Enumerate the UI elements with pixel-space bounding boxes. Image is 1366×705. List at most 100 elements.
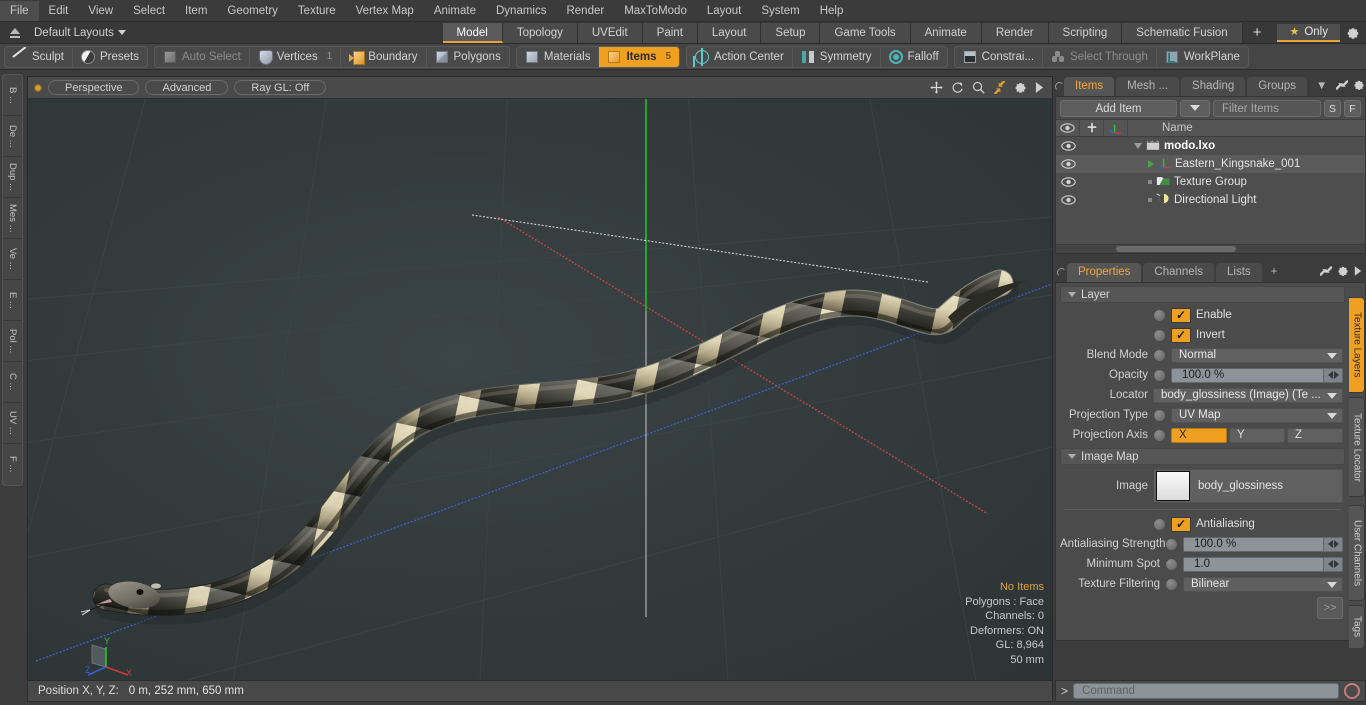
fit-icon[interactable] (993, 81, 1006, 94)
chevron-down-icon[interactable] (1134, 143, 1142, 149)
left-tab-vertex[interactable]: Ve ... (3, 239, 22, 280)
opacity-input[interactable]: 100.0 % (1171, 367, 1343, 383)
left-tab-basic[interactable]: B ... (3, 75, 22, 116)
presets-button[interactable]: Presets (73, 47, 147, 67)
panel-menu-icon[interactable] (1055, 262, 1067, 282)
side-tab-tags[interactable]: Tags (1349, 605, 1365, 649)
item-row-texture-group[interactable]: Texture Group (1128, 175, 1365, 190)
gear-icon[interactable] (1014, 81, 1027, 94)
texture-filtering-knob[interactable] (1165, 577, 1178, 591)
visibility-toggle-icon[interactable] (1056, 177, 1080, 187)
projection-type-knob[interactable] (1153, 408, 1166, 422)
symmetry-button[interactable]: Symmetry (793, 46, 881, 67)
add-properties-tab-button[interactable]: + (1264, 263, 1285, 282)
locator-select[interactable]: body_glossiness (Image) (Te ... (1153, 387, 1343, 403)
move-icon[interactable] (930, 81, 943, 94)
antialiasing-strength-input[interactable]: 100.0 % (1183, 536, 1343, 552)
menu-item-view[interactable]: View (78, 1, 123, 21)
play-icon[interactable] (1035, 82, 1044, 93)
select-through-button[interactable]: Select Through (1043, 46, 1157, 67)
texture-filtering-select[interactable]: Bilinear (1183, 576, 1343, 592)
table-row[interactable]: Eastern_Kingsnake_001 (1056, 155, 1365, 173)
invert-knob[interactable] (1153, 328, 1166, 342)
materials-button[interactable]: Materials (517, 46, 600, 67)
side-tab-user-channels[interactable]: User Channels (1349, 505, 1365, 601)
menu-item-file[interactable]: File (0, 0, 39, 21)
projection-axis-y[interactable]: Y (1229, 427, 1285, 443)
menu-item-layout[interactable]: Layout (697, 1, 752, 21)
constraint-button[interactable]: Constrai... (955, 46, 1044, 67)
projection-axis-z[interactable]: Z (1287, 427, 1343, 443)
projection-axis-knob[interactable] (1153, 428, 1166, 442)
tab-overflow-chevron-down-icon[interactable]: ▼ (1309, 77, 1334, 96)
menu-item-system[interactable]: System (751, 1, 809, 21)
menu-item-select[interactable]: Select (123, 1, 175, 21)
menu-item-help[interactable]: Help (810, 1, 854, 21)
record-icon[interactable] (1344, 683, 1360, 699)
gear-icon[interactable] (1353, 79, 1365, 94)
enable-checkbox[interactable]: ✓ (1171, 307, 1191, 323)
items-horizontal-scrollbar[interactable] (1056, 244, 1365, 253)
filter-s-button[interactable]: S (1324, 99, 1341, 117)
invert-checkbox[interactable]: ✓ (1171, 327, 1191, 343)
opacity-stepper[interactable] (1323, 368, 1342, 382)
tab-lists[interactable]: Lists (1216, 262, 1262, 282)
antialiasing-strength-stepper[interactable] (1323, 537, 1342, 551)
menu-item-item[interactable]: Item (175, 1, 217, 21)
only-toggle-button[interactable]: ★ Only (1277, 23, 1340, 42)
command-input[interactable]: Command (1073, 683, 1339, 699)
minimum-spot-stepper[interactable] (1323, 557, 1342, 571)
viewport-3d[interactable]: Perspective Advanced Ray GL: Off Y X Z N… (27, 76, 1053, 681)
item-row-mesh[interactable]: Eastern_Kingsnake_001 (1128, 157, 1365, 172)
opacity-knob[interactable] (1153, 368, 1166, 382)
items-tree[interactable]: modo.lxo Eastern_Kingsnake_001 Texture G… (1056, 137, 1365, 253)
action-center-button[interactable]: Action Center (687, 46, 793, 67)
add-item-dropdown-button[interactable] (1180, 99, 1210, 117)
auto-select-button[interactable]: Auto Select (155, 46, 250, 67)
tab-setup[interactable]: Setup (761, 22, 821, 43)
left-tab-edge[interactable]: E ... (3, 280, 22, 321)
panel-menu-icon[interactable] (1055, 76, 1064, 96)
expand-properties-button[interactable]: >> (1317, 597, 1343, 619)
left-tab-deform[interactable]: De ... (3, 116, 22, 157)
projection-type-select[interactable]: UV Map (1171, 407, 1343, 423)
left-tab-uv[interactable]: UV ... (3, 403, 22, 444)
side-tab-texture-layers[interactable]: Texture Layers (1349, 297, 1365, 393)
play-icon[interactable] (1354, 265, 1362, 279)
tab-items[interactable]: Items (1064, 76, 1115, 96)
menu-item-geometry[interactable]: Geometry (217, 1, 288, 21)
visibility-toggle-icon[interactable] (1056, 195, 1080, 205)
collapse-up-icon[interactable] (4, 24, 26, 42)
left-tab-duplicate[interactable]: Dup ... (3, 157, 22, 198)
items-button[interactable]: Items 5 (599, 46, 680, 67)
viewport-shading-button[interactable]: Advanced (145, 80, 229, 95)
menu-item-texture[interactable]: Texture (288, 1, 346, 21)
section-layer[interactable]: Layer (1060, 286, 1345, 303)
expand-panel-icon[interactable] (1335, 79, 1350, 94)
item-row-scene[interactable]: modo.lxo (1128, 139, 1365, 154)
menu-item-render[interactable]: Render (556, 1, 614, 21)
tab-animate[interactable]: Animate (910, 22, 982, 43)
table-row[interactable]: Texture Group (1056, 173, 1365, 191)
filter-items-input[interactable]: Filter Items (1213, 99, 1321, 117)
visibility-toggle-icon[interactable] (1056, 159, 1080, 169)
gear-icon[interactable] (1340, 26, 1366, 40)
falloff-button[interactable]: Falloff (881, 47, 947, 67)
expand-panel-icon[interactable] (1319, 265, 1333, 280)
rotate-icon[interactable] (951, 81, 964, 94)
minimum-spot-input[interactable]: 1.0 (1183, 556, 1343, 572)
menu-item-vertex-map[interactable]: Vertex Map (346, 1, 424, 21)
default-layouts-menu[interactable]: Default Layouts (34, 27, 126, 39)
antialiasing-knob[interactable] (1153, 517, 1166, 531)
tab-groups[interactable]: Groups (1247, 76, 1307, 96)
tab-uvedit[interactable]: UVEdit (577, 22, 643, 43)
viewport-menu-dot-icon[interactable] (34, 83, 42, 92)
table-row[interactable]: modo.lxo (1056, 137, 1365, 155)
visibility-toggle-icon[interactable] (1056, 141, 1080, 151)
viewport-view-mode-button[interactable]: Perspective (48, 80, 140, 95)
tab-scripting[interactable]: Scripting (1048, 22, 1123, 43)
side-tab-texture-locator[interactable]: Texture Locator (1349, 397, 1365, 497)
boundary-button[interactable]: Boundary (341, 46, 427, 67)
tab-game-tools[interactable]: Game Tools (820, 22, 911, 43)
zoom-icon[interactable] (972, 81, 985, 94)
